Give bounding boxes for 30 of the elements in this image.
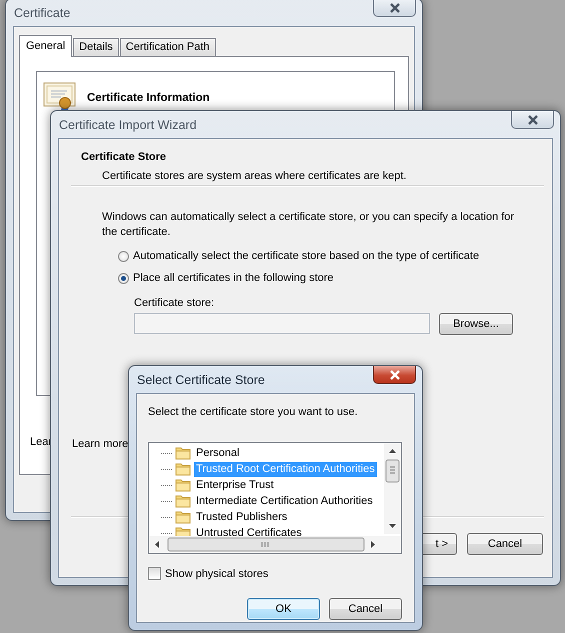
close-icon (388, 370, 400, 380)
description-text: Windows can automatically select a certificate store, or you can specify a location for the certificate. (102, 210, 516, 240)
window-title: Certificate Import Wizard (59, 118, 197, 132)
tree-item[interactable]: Enterprise Trust (194, 478, 276, 492)
tree-item[interactable]: Intermediate Certification Authorities (194, 494, 375, 508)
checkbox[interactable] (148, 567, 161, 580)
tree-item[interactable]: Trusted Publishers (194, 510, 290, 524)
folder-icon (175, 462, 191, 476)
window-title: Certificate (14, 6, 70, 20)
folder-icon (175, 510, 191, 524)
prompt-text: Select the certificate store you want to use. (148, 406, 359, 418)
folder-icon (175, 478, 191, 492)
close-button[interactable] (373, 366, 416, 384)
page-subtitle: Certificate stores are system areas where certificates are kept. (102, 170, 408, 182)
field-label: Certificate store: (134, 297, 216, 309)
checkbox-label[interactable]: Show physical stores (165, 568, 268, 580)
close-icon (526, 114, 538, 124)
folder-icon (175, 446, 191, 460)
cancel-button[interactable]: Cancel (329, 598, 402, 620)
tree-item[interactable]: Untrusted Certificates (194, 526, 304, 536)
section-heading: Certificate Information (87, 92, 210, 104)
folder-icon (175, 526, 191, 536)
page-title: Certificate Store (81, 151, 167, 163)
store-tree[interactable]: Personal Trusted Root Certification Authorities Enterprise Trust Intermediate Certification Authorities Trusted Publishers Untrusted Certificates (148, 442, 402, 554)
learn-more-link[interactable]: Lear (30, 436, 52, 448)
close-icon (388, 2, 400, 12)
tree-item[interactable]: Personal (194, 446, 242, 460)
window-title: Select Certificate Store (137, 372, 265, 386)
folder-icon (175, 494, 191, 508)
ok-button[interactable]: OK (247, 598, 320, 620)
